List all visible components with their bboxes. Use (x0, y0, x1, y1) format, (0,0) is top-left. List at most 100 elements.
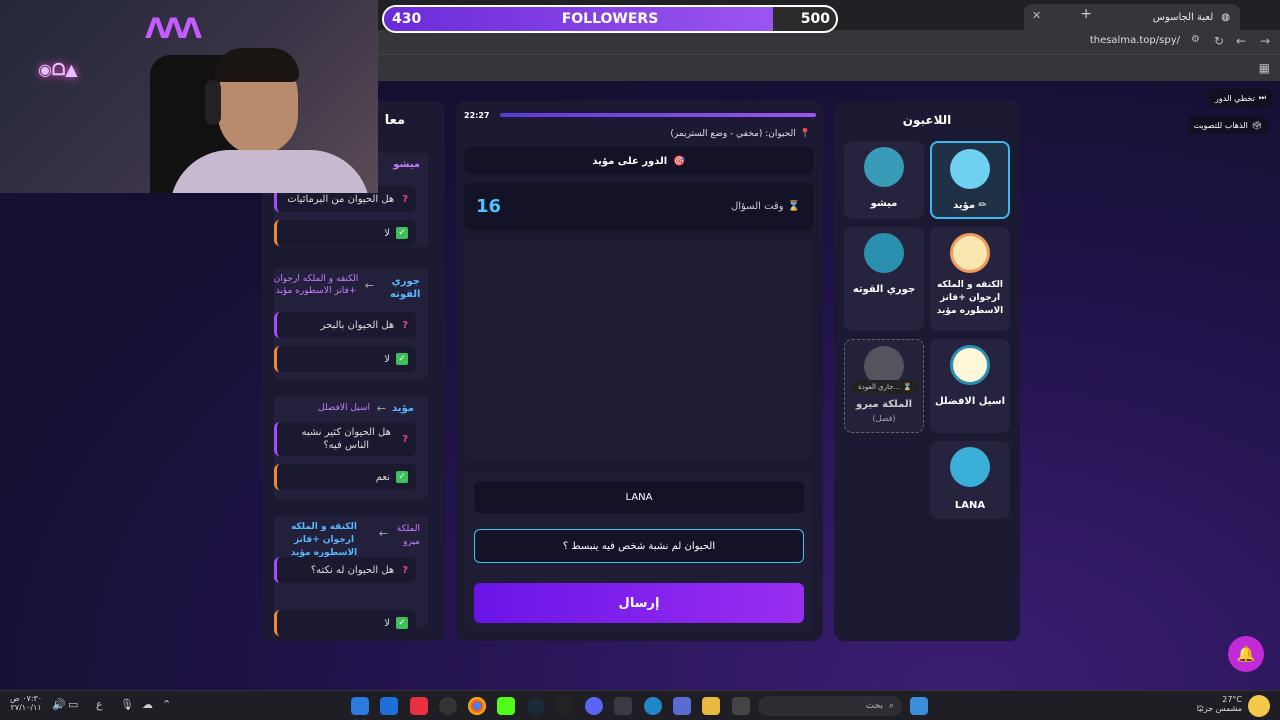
start-icon[interactable] (910, 697, 928, 715)
file-explorer-icon[interactable] (702, 697, 720, 715)
answer-text: نعم (375, 471, 390, 483)
target-icon: 🎯 (673, 155, 686, 167)
windows-taskbar: 27°C مشمس جزئيًا بحث ⌕ ⌃ ☁ 🎙 ع 🔊 ▭ ٠٧:٣٠ … (0, 690, 1280, 720)
player-card-lana[interactable]: LANA (930, 441, 1010, 519)
players-title: اللاعبون (902, 113, 952, 127)
neon-logo: ᐱᐱᐱ (145, 12, 202, 45)
store-icon[interactable] (614, 697, 632, 715)
weather[interactable]: 27°C مشمس جزئيًا (1197, 695, 1242, 713)
app-icon[interactable] (673, 697, 691, 715)
app-icon[interactable] (380, 697, 398, 715)
asker-name: LANA (474, 481, 804, 513)
search-placeholder: بحث (865, 701, 883, 711)
reload-icon[interactable]: ↻ (1214, 34, 1224, 48)
question-mark-icon: ? (402, 564, 408, 576)
clock[interactable]: ٠٧:٣٠ ص ٢٧/١٠/١١ (10, 694, 42, 712)
question-time-label-wrap: وقت السؤال ⌛ (731, 201, 800, 212)
tab-title: لعبة الجاسوس (1152, 11, 1214, 23)
question-time-value: 16 (476, 196, 502, 217)
obs-icon[interactable] (439, 697, 457, 715)
task-view-icon[interactable] (732, 697, 750, 715)
weather-text: مشمس جزئيًا (1196, 704, 1242, 713)
weather-icon[interactable] (1248, 695, 1270, 717)
player-card-miro[interactable]: جاري العودة... ⌛ الملكة ميرو (فصل) (844, 339, 924, 433)
language-indicator[interactable]: ع (96, 698, 103, 711)
vote-label: الذهاب للتصويت (1193, 120, 1248, 130)
player-card-misho[interactable]: ميشو (844, 141, 924, 219)
steam-icon[interactable] (527, 697, 545, 715)
skip-icon: ⏭ (1258, 93, 1266, 102)
player-name: مؤيد ✏ (953, 200, 987, 211)
app-icon[interactable] (351, 697, 369, 715)
skip-turn-button[interactable]: تخطي الدور ⏭ (1209, 89, 1272, 107)
network-icon[interactable]: ▭ (68, 698, 78, 711)
question-mark-icon: ? (402, 433, 408, 445)
volume-icon[interactable]: 🔊 (52, 698, 66, 711)
browser-tab[interactable]: ✕ لعبة الجاسوس ◍ (1024, 4, 1240, 30)
question-text: هل الحيوان له نكته؟ (310, 564, 395, 576)
player-name: LANA (954, 500, 986, 511)
hourglass-icon: ⌛ (903, 383, 912, 391)
neon-gamepad: ◉ᗝ▲ (38, 60, 78, 79)
ballot-icon: 🗳 (1251, 120, 1262, 130)
question-text: هل الحيوان كثير نشبه الناس فيه؟ (301, 427, 391, 451)
question-input[interactable]: الحيوان لم نشبة شخص فيه ينبسط ؟ (474, 529, 804, 563)
player-name: ميشو (870, 198, 898, 209)
arrow-left-icon: ← (376, 402, 386, 415)
chevron-up-icon[interactable]: ⌃ (162, 698, 171, 711)
question-timer-box: 16 وقت السؤال ⌛ (464, 183, 814, 231)
log-from: جوري القوته (390, 276, 421, 300)
clock-time: ٠٧:٣٠ ص (10, 694, 43, 703)
player-name: الملكة ميرو (855, 399, 913, 410)
send-button[interactable]: إرسال (474, 583, 804, 623)
animal-info: الحيوان: (مخفي - وضع الستريمر) 📍 (670, 129, 811, 139)
log-question: هل الحيوان بالبحر? (274, 312, 416, 338)
reconnecting-text: جاري العودة... (858, 383, 901, 391)
epic-games-icon[interactable] (556, 697, 574, 715)
new-tab-icon[interactable]: + (1080, 6, 1092, 22)
player-card-aseel[interactable]: اسيل الافضلل (930, 339, 1010, 433)
check-icon: ✓ (396, 227, 408, 239)
player-card-kanqa[interactable]: الكنقه و الملكه ارجوان +فانز الاسطوره مؤ… (930, 227, 1010, 331)
headphones (205, 80, 221, 125)
turn-text: الدور على مؤيد (592, 155, 668, 167)
onedrive-icon[interactable]: ☁ (142, 698, 153, 711)
avatar (950, 233, 990, 273)
player-name: الكنقه و الملكه ارجوان +فانز الاسطوره مؤ… (936, 280, 1004, 316)
apps-grid-icon[interactable]: ▦ (1259, 61, 1270, 75)
answer-text: لا (384, 617, 390, 629)
forward-icon[interactable]: ← (1236, 34, 1246, 48)
microphone-icon[interactable]: 🎙 (120, 698, 134, 711)
followers-label: FOLLOWERS (561, 11, 659, 27)
edge-icon[interactable] (644, 697, 662, 715)
notification-icon[interactable]: 🔔 (1228, 636, 1264, 672)
go-to-vote-button[interactable]: الذهاب للتصويت 🗳 (1187, 116, 1268, 134)
player-name: جوري القوته (852, 284, 916, 295)
player-card-moayad[interactable]: مؤيد ✏ (930, 141, 1010, 219)
app-icon[interactable] (410, 697, 428, 715)
globe-icon: ◍ (1221, 11, 1230, 23)
question-text: هل الحيوان بالبحر (320, 319, 395, 331)
followers-goal-bar: 430 FOLLOWERS 500 (382, 5, 838, 33)
webcam-overlay: ᐱᐱᐱ ◉ᗝ▲ (0, 0, 378, 193)
avatar (950, 149, 990, 189)
check-icon: ✓ (396, 471, 408, 483)
avatar (864, 147, 904, 187)
discord-icon[interactable] (585, 697, 603, 715)
streamer-hair (215, 48, 299, 82)
kick-icon[interactable] (497, 697, 515, 715)
log-to: الكنقه و الملكه ارجوان +فانز الاسطوره مؤ… (290, 522, 358, 558)
back-icon[interactable]: → (1260, 34, 1270, 48)
avatar (864, 233, 904, 273)
close-tab-icon[interactable]: ✕ (1032, 9, 1041, 22)
url-text[interactable]: thesalma.top/spy/ (1090, 35, 1180, 46)
timer-bar (500, 113, 816, 117)
chrome-icon[interactable] (468, 697, 486, 715)
taskbar-search[interactable]: بحث ⌕ (758, 696, 902, 716)
site-settings-icon[interactable]: ⚙ (1191, 34, 1200, 45)
question-mark-icon: ? (402, 319, 408, 331)
player-card-jory[interactable]: جوري القوته (844, 227, 924, 331)
clock-date: ٢٧/١٠/١١ (10, 703, 42, 712)
answer-text: لا (384, 227, 390, 239)
player-name: اسيل الافضلل (934, 396, 1006, 407)
